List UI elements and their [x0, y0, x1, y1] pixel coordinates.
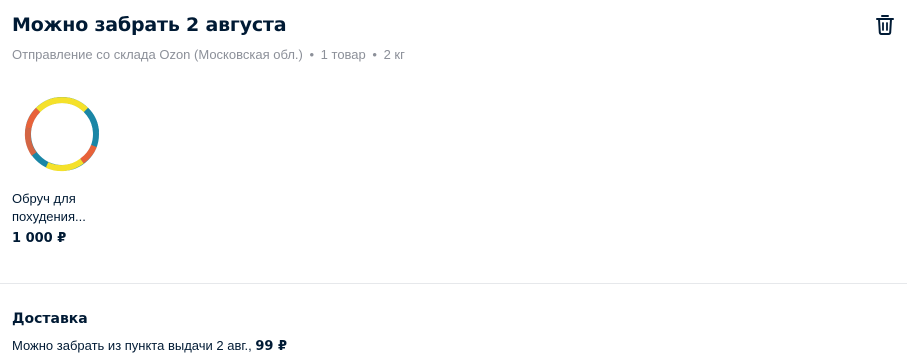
product-name[interactable]: Обруч для похудения... — [12, 190, 108, 226]
section-divider — [0, 283, 907, 284]
separator-dot: • — [372, 47, 377, 62]
warehouse-label: Отправление со склада Ozon (Московская о… — [12, 47, 303, 62]
shipment-header: Можно забрать 2 августа Отправление со с… — [12, 12, 895, 64]
separator-dot: • — [309, 47, 315, 62]
delivery-info: Можно забрать из пункта выдачи 2 авг., 9… — [12, 337, 895, 356]
delivery-price: 99 ₽ — [255, 339, 288, 354]
items-count: 1 товар — [320, 47, 366, 62]
product-price: 1 000 ₽ — [12, 231, 67, 246]
shipment-card: Можно забрать 2 августа Отправление со с… — [0, 0, 907, 364]
shipment-weight: 2 кг — [383, 47, 405, 62]
delivery-section: Доставка Можно забрать из пункта выдачи … — [12, 309, 895, 356]
delivery-title: Доставка — [12, 311, 88, 327]
shipment-subtitle: Отправление со склада Ozon (Московская о… — [12, 46, 895, 64]
shipment-title: Можно забрать 2 августа — [12, 14, 287, 36]
product-item[interactable]: Обруч для похудения... 1 000 ₽ — [12, 88, 112, 248]
hoop-ring-image[interactable] — [12, 88, 112, 184]
trash-icon[interactable] — [875, 14, 895, 36]
delivery-text: Можно забрать из пункта выдачи 2 авг., — [12, 338, 256, 353]
